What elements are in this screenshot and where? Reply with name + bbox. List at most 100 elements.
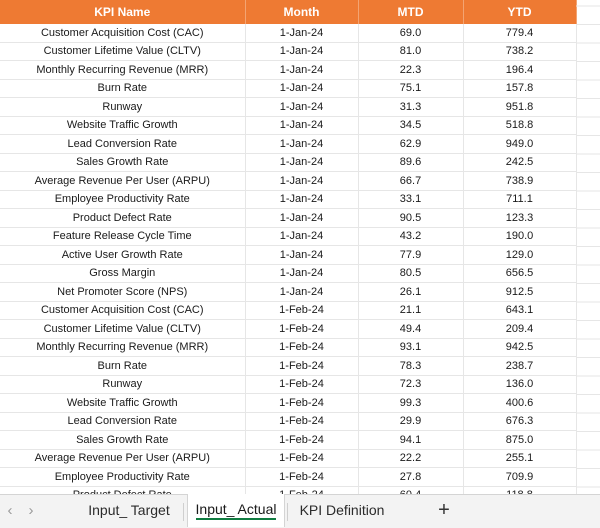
cell-ytd[interactable]: 738.9	[463, 171, 577, 191]
cell-ytd[interactable]: 779.4	[463, 24, 577, 43]
cell-month[interactable]: 1-Jan-24	[245, 208, 359, 228]
cell-kpi-name[interactable]: Gross Margin	[0, 264, 246, 283]
cell-month[interactable]: 1-Jan-24	[245, 227, 359, 246]
cell-kpi-name[interactable]: Employee Productivity Rate	[0, 467, 246, 487]
cell-ytd[interactable]: 190.0	[463, 227, 577, 246]
cell-kpi-name[interactable]: Customer Lifetime Value (CLTV)	[0, 42, 246, 61]
cell-kpi-name[interactable]: Net Promoter Score (NPS)	[0, 282, 246, 302]
cell-ytd[interactable]: 711.1	[463, 190, 577, 209]
cell-mtd[interactable]: 26.1	[358, 282, 464, 302]
cell-mtd[interactable]: 99.3	[358, 393, 464, 413]
cell-kpi-name[interactable]: Website Traffic Growth	[0, 116, 246, 135]
cell-ytd[interactable]: 196.4	[463, 60, 577, 80]
cell-month[interactable]: 1-Jan-24	[245, 245, 359, 265]
chevron-right-icon[interactable]: ›	[23, 502, 39, 520]
cell-mtd[interactable]: 80.5	[358, 264, 464, 283]
cell-month[interactable]: 1-Jan-24	[245, 264, 359, 283]
cell-kpi-name[interactable]: Runway	[0, 375, 246, 394]
cell-kpi-name[interactable]: Sales Growth Rate	[0, 153, 246, 172]
cell-month[interactable]: 1-Jan-24	[245, 79, 359, 98]
cell-kpi-name[interactable]: Feature Release Cycle Time	[0, 227, 246, 246]
cell-kpi-name[interactable]: Burn Rate	[0, 79, 246, 98]
cell-kpi-name[interactable]: Runway	[0, 97, 246, 117]
cell-kpi-name[interactable]: Customer Acquisition Cost (CAC)	[0, 301, 246, 320]
cell-mtd[interactable]: 89.6	[358, 153, 464, 172]
cell-mtd[interactable]: 34.5	[358, 116, 464, 135]
cell-mtd[interactable]: 21.1	[358, 301, 464, 320]
cell-month[interactable]: 1-Jan-24	[245, 282, 359, 302]
cell-mtd[interactable]: 31.3	[358, 97, 464, 117]
cell-ytd[interactable]: 129.0	[463, 245, 577, 265]
cell-month[interactable]: 1-Jan-24	[245, 153, 359, 172]
cell-mtd[interactable]: 94.1	[358, 430, 464, 450]
cell-mtd[interactable]: 72.3	[358, 375, 464, 394]
cell-month[interactable]: 1-Feb-24	[245, 393, 359, 413]
cell-kpi-name[interactable]: Monthly Recurring Revenue (MRR)	[0, 338, 246, 357]
cell-mtd[interactable]: 49.4	[358, 319, 464, 339]
cell-month[interactable]: 1-Feb-24	[245, 356, 359, 376]
cell-mtd[interactable]: 69.0	[358, 24, 464, 43]
cell-month[interactable]: 1-Feb-24	[245, 430, 359, 450]
cell-mtd[interactable]: 22.3	[358, 60, 464, 80]
cell-ytd[interactable]: 643.1	[463, 301, 577, 320]
cell-kpi-name[interactable]: Customer Lifetime Value (CLTV)	[0, 319, 246, 339]
cell-month[interactable]: 1-Feb-24	[245, 467, 359, 487]
cell-kpi-name[interactable]: Average Revenue Per User (ARPU)	[0, 449, 246, 468]
cell-ytd[interactable]: 242.5	[463, 153, 577, 172]
cell-month[interactable]: 1-Feb-24	[245, 338, 359, 357]
cell-month[interactable]: 1-Jan-24	[245, 171, 359, 191]
cell-mtd[interactable]: 43.2	[358, 227, 464, 246]
cell-ytd[interactable]: 676.3	[463, 412, 577, 431]
cell-mtd[interactable]: 29.9	[358, 412, 464, 431]
tab-kpi-definition[interactable]: KPI Definition	[292, 495, 392, 527]
cell-month[interactable]: 1-Feb-24	[245, 301, 359, 320]
cell-kpi-name[interactable]: Active User Growth Rate	[0, 245, 246, 265]
cell-mtd[interactable]: 77.9	[358, 245, 464, 265]
cell-kpi-name[interactable]: Sales Growth Rate	[0, 430, 246, 450]
cell-month[interactable]: 1-Feb-24	[245, 449, 359, 468]
header-ytd[interactable]: YTD	[463, 0, 577, 24]
cell-mtd[interactable]: 81.0	[358, 42, 464, 61]
cell-mtd[interactable]: 33.1	[358, 190, 464, 209]
empty-column-e[interactable]	[576, 0, 600, 496]
cell-ytd[interactable]: 157.8	[463, 79, 577, 98]
header-mtd[interactable]: MTD	[358, 0, 464, 24]
cell-ytd[interactable]: 518.8	[463, 116, 577, 135]
tab-input-target[interactable]: Input_ Target	[80, 495, 178, 527]
cell-kpi-name[interactable]: Lead Conversion Rate	[0, 134, 246, 154]
chevron-left-icon[interactable]: ‹	[2, 502, 18, 520]
cell-month[interactable]: 1-Jan-24	[245, 190, 359, 209]
cell-ytd[interactable]: 656.5	[463, 264, 577, 283]
cell-ytd[interactable]: 238.7	[463, 356, 577, 376]
cell-ytd[interactable]: 136.0	[463, 375, 577, 394]
header-kpi-name[interactable]: KPI Name	[0, 0, 246, 24]
cell-ytd[interactable]: 912.5	[463, 282, 577, 302]
cell-kpi-name[interactable]: Product Defect Rate	[0, 208, 246, 228]
cell-kpi-name[interactable]: Lead Conversion Rate	[0, 412, 246, 431]
cell-kpi-name[interactable]: Average Revenue Per User (ARPU)	[0, 171, 246, 191]
cell-kpi-name[interactable]: Website Traffic Growth	[0, 393, 246, 413]
cell-mtd[interactable]: 90.5	[358, 208, 464, 228]
cell-mtd[interactable]: 66.7	[358, 171, 464, 191]
cell-ytd[interactable]: 709.9	[463, 467, 577, 487]
cell-month[interactable]: 1-Jan-24	[245, 116, 359, 135]
cell-mtd[interactable]: 75.1	[358, 79, 464, 98]
cell-ytd[interactable]: 400.6	[463, 393, 577, 413]
cell-ytd[interactable]: 209.4	[463, 319, 577, 339]
cell-ytd[interactable]: 738.2	[463, 42, 577, 61]
cell-month[interactable]: 1-Feb-24	[245, 319, 359, 339]
cell-mtd[interactable]: 22.2	[358, 449, 464, 468]
cell-kpi-name[interactable]: Customer Acquisition Cost (CAC)	[0, 24, 246, 43]
cell-month[interactable]: 1-Jan-24	[245, 97, 359, 117]
plus-icon[interactable]: +	[433, 499, 455, 521]
cell-mtd[interactable]: 93.1	[358, 338, 464, 357]
header-month[interactable]: Month	[245, 0, 359, 24]
cell-ytd[interactable]: 255.1	[463, 449, 577, 468]
cell-mtd[interactable]: 78.3	[358, 356, 464, 376]
cell-ytd[interactable]: 951.8	[463, 97, 577, 117]
cell-month[interactable]: 1-Jan-24	[245, 42, 359, 61]
cell-mtd[interactable]: 62.9	[358, 134, 464, 154]
cell-mtd[interactable]: 27.8	[358, 467, 464, 487]
cell-month[interactable]: 1-Jan-24	[245, 134, 359, 154]
cell-ytd[interactable]: 123.3	[463, 208, 577, 228]
